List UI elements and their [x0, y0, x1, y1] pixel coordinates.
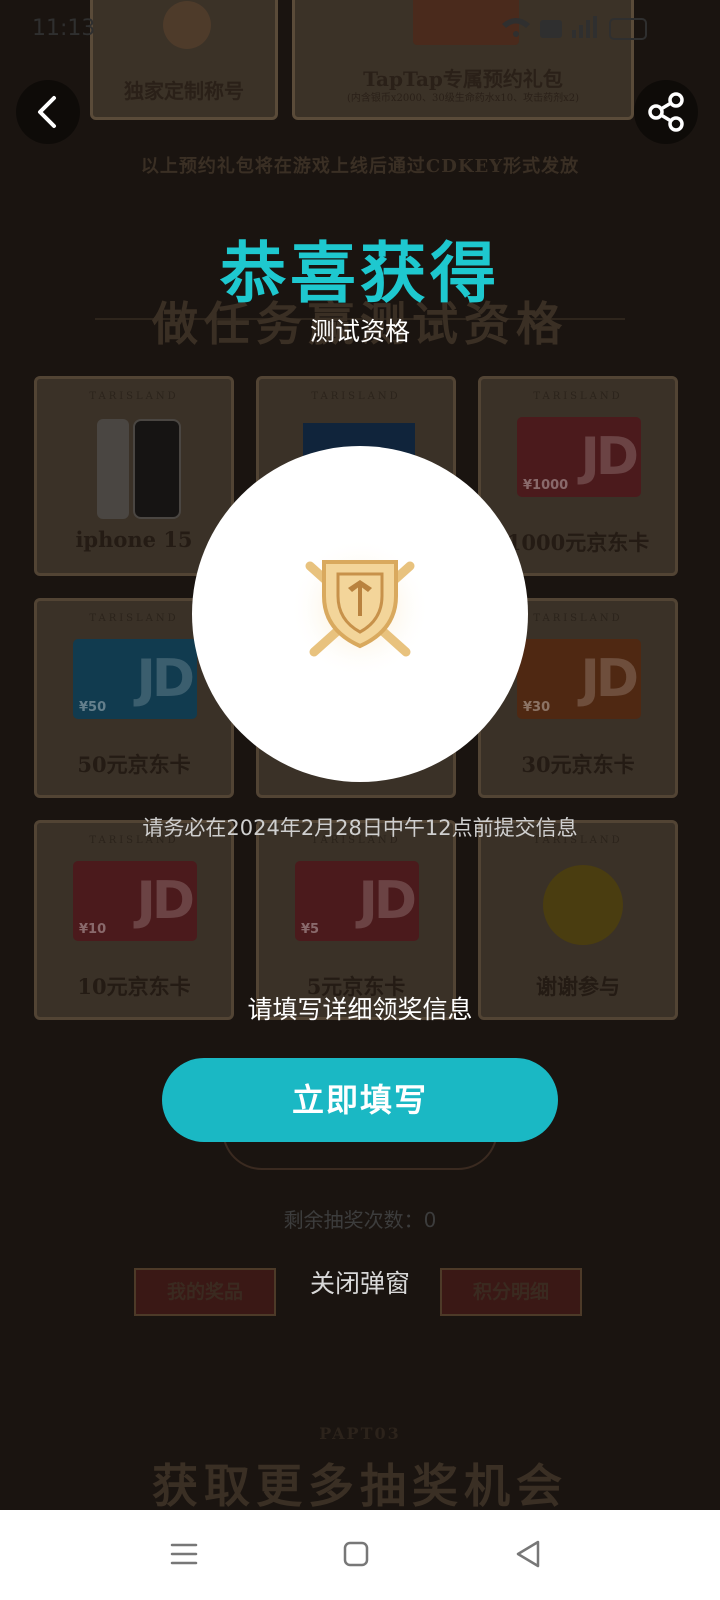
card-amount: ¥10 — [79, 922, 107, 937]
smiley-icon — [543, 865, 623, 945]
more-chances-title: 获取更多抽奖机会 — [152, 1459, 568, 1513]
gift-card-taptap-detail: (内含银币x2000、30级生命药水x10、攻击药剂x2) — [347, 93, 579, 104]
prize-name: 测试资格 — [309, 317, 410, 346]
prize-image-circle — [192, 446, 528, 782]
home-square-icon[interactable] — [338, 1536, 374, 1572]
part-label: PAPT03 — [319, 1424, 401, 1443]
jd-card-image: JD ¥50 — [73, 639, 197, 719]
status-icons-svg — [502, 16, 647, 40]
emblem-icon — [163, 1, 211, 49]
status-time: 11:13 — [32, 16, 96, 41]
system-nav-bar — [0, 1510, 720, 1600]
fill-now-button[interactable]: 立即填写 — [162, 1058, 558, 1142]
jd-card-image: JD ¥5 — [295, 861, 419, 941]
tile-brand: TARISLAND — [533, 391, 623, 402]
card-amount: ¥5 — [301, 922, 320, 937]
menu-icon[interactable] — [166, 1536, 202, 1572]
share-icon — [648, 92, 684, 132]
card-amount: ¥50 — [79, 700, 107, 715]
screen: 独家定制称号 TapTap专属预约礼包 (内含银币x2000、30级生命药水x1… — [0, 0, 720, 1600]
shield-swords-icon — [290, 538, 430, 678]
status-icons — [500, 14, 680, 42]
cdkey-notice: 以上预约礼包将在游戏上线后通过CDKEY形式发放 — [140, 156, 580, 177]
jd-card-image: JD ¥1000 — [517, 417, 641, 497]
chevron-left-icon — [38, 96, 56, 128]
gift-card-title: 独家定制称号 — [90, 0, 278, 120]
gift-card-title-label: 独家定制称号 — [124, 79, 244, 103]
card-amount: ¥1000 — [523, 478, 569, 493]
wifi-icon — [502, 18, 530, 28]
jd-card-image: JD ¥30 — [517, 639, 641, 719]
phone-screen-image — [133, 419, 181, 519]
tile-brand: TARISLAND — [89, 391, 179, 402]
tile-brand: TARISLAND — [311, 391, 401, 402]
close-popup-button[interactable]: 关闭弹窗 — [0, 1264, 720, 1300]
fill-info-prompt: 请填写详细领奖信息 — [247, 995, 473, 1024]
jd-card-image: JD ¥10 — [73, 861, 197, 941]
back-triangle-icon[interactable] — [510, 1536, 546, 1572]
share-button[interactable] — [634, 80, 698, 144]
gift-card-taptap-label: TapTap专属预约礼包 — [363, 67, 563, 91]
congrats-title: 恭喜获得 — [220, 235, 500, 312]
battery-icon — [609, 18, 647, 40]
back-button[interactable] — [16, 80, 80, 144]
deadline-note: 请务必在2024年2月28日中午12点前提交信息 — [142, 816, 578, 840]
phone-image — [97, 419, 129, 519]
remaining-draws: 剩余抽奖次数：0 — [283, 1208, 437, 1232]
